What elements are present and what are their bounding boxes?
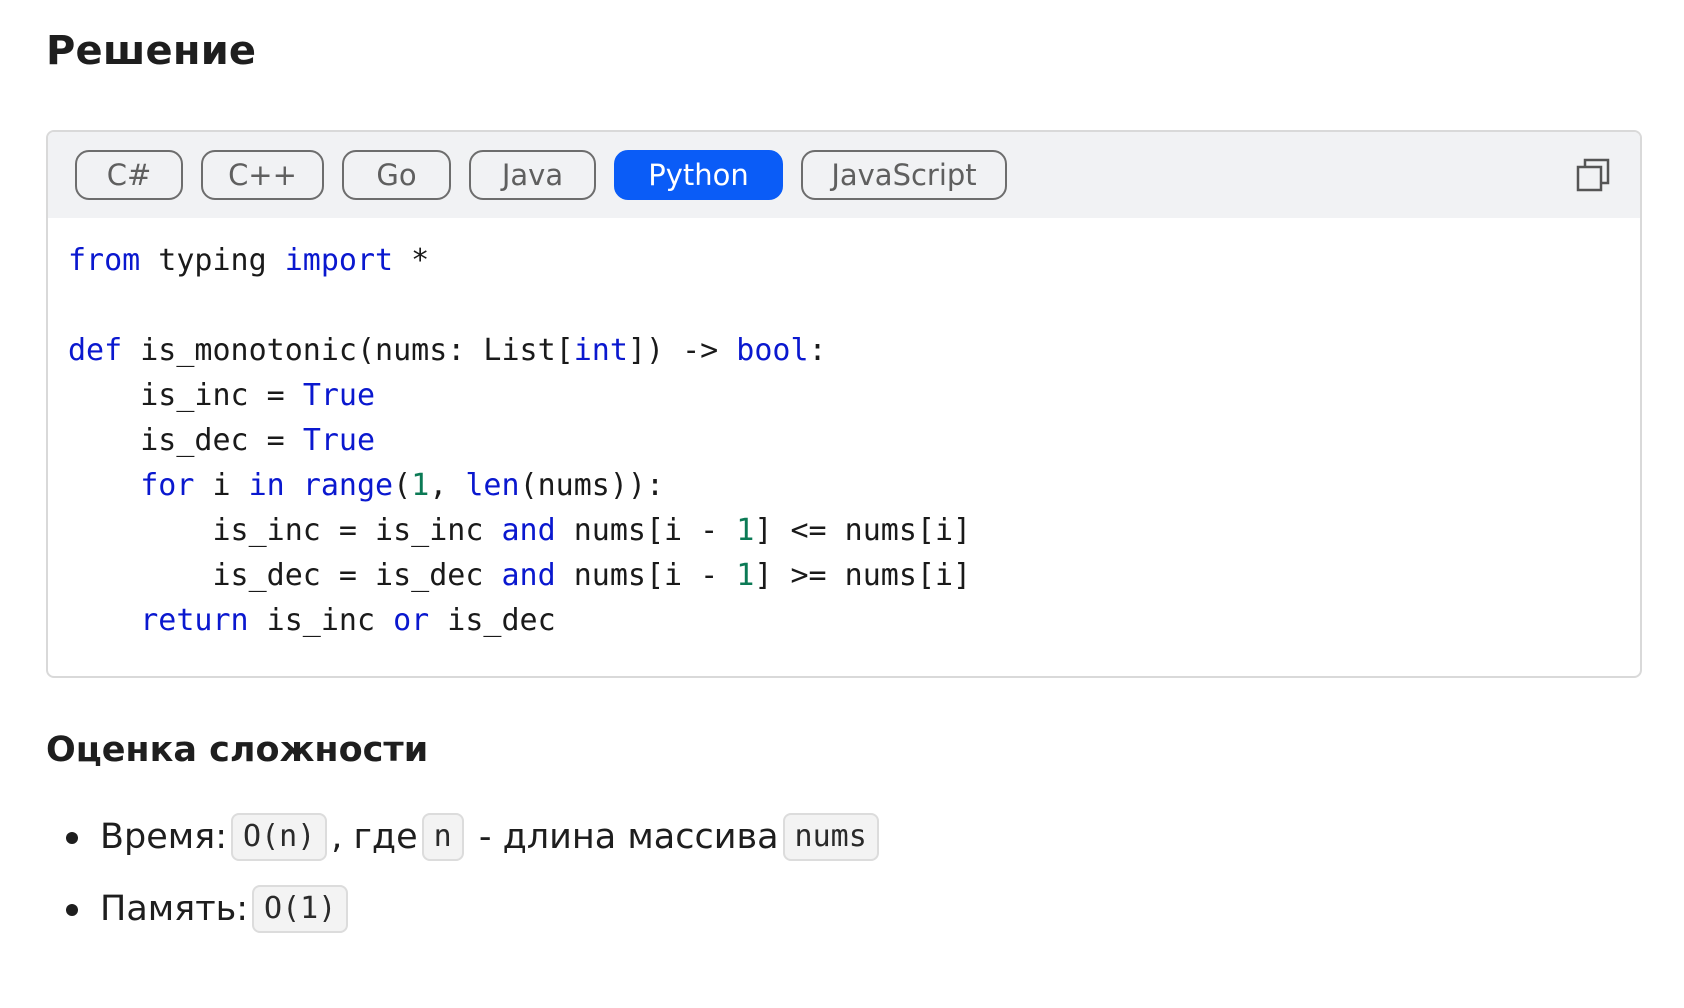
code-number: 1: [736, 558, 755, 593]
code-text: nums[i -: [555, 513, 737, 548]
complexity-list: Время: O(n) , где n - длина массива nums…: [66, 812, 883, 956]
code-text: ,: [429, 468, 466, 503]
code-keyword: range: [302, 468, 394, 503]
code-text: is_dec = is_dec: [68, 558, 502, 593]
tab-java[interactable]: Java: [469, 150, 596, 200]
variable-n-code: n: [421, 813, 464, 861]
code-text: i: [194, 468, 249, 503]
code-keyword: True: [302, 423, 376, 458]
code-keyword: import: [284, 243, 394, 278]
code-text: is_inc =: [68, 378, 303, 413]
code-keyword: int: [573, 333, 628, 368]
code-keyword: return: [140, 603, 249, 638]
code-keyword: in: [248, 468, 285, 503]
copy-icon: [1576, 158, 1610, 192]
time-where-text: , где: [331, 817, 418, 857]
array-name-code: nums: [782, 813, 879, 861]
code-keyword: and: [501, 513, 556, 548]
code-body: from typing import * def is_monotonic(num…: [48, 218, 1640, 643]
section-title-solution: Решение: [46, 28, 257, 74]
code-text: (nums)):: [519, 468, 665, 503]
code-header: C# C++ Go Java Python JavaScript: [48, 132, 1640, 218]
code-keyword: def: [68, 333, 123, 368]
code-number: 1: [411, 468, 430, 503]
code-keyword: len: [465, 468, 520, 503]
tab-javascript[interactable]: JavaScript: [801, 150, 1007, 200]
code-number: 1: [736, 513, 755, 548]
page: Решение C# C++ Go Java Python JavaScript…: [0, 0, 1684, 1008]
tab-python[interactable]: Python: [614, 150, 783, 200]
code-text: ] <= nums[i]: [754, 513, 972, 548]
tab-csharp[interactable]: C#: [75, 150, 183, 200]
code-text: nums[i -: [555, 558, 737, 593]
code-line: def is_monotonic(nums: List[int]) -> boo…: [68, 328, 1640, 373]
code-line: is_inc = is_inc and nums[i - 1] <= nums[…: [68, 508, 1640, 553]
section-title-complexity: Оценка сложности: [46, 730, 429, 770]
code-keyword: and: [501, 558, 556, 593]
code-text: is_monotonic(nums: List[: [122, 333, 574, 368]
code-text: ]) ->: [627, 333, 737, 368]
time-label: Время:: [100, 817, 228, 857]
code-keyword: from: [68, 243, 141, 278]
language-tabs: C# C++ Go Java Python JavaScript: [75, 150, 1007, 200]
time-complexity-code: O(n): [231, 813, 328, 861]
time-description: - длина массива: [467, 817, 779, 857]
code-card: C# C++ Go Java Python JavaScript from ty…: [46, 130, 1642, 678]
code-line: for i in range(1, len(nums)):: [68, 463, 1640, 508]
list-item-time: Время: O(n) , где n - длина массива nums: [66, 812, 883, 862]
list-item-memory: Память: O(1): [66, 884, 883, 934]
code-line: is_dec = True: [68, 418, 1640, 463]
code-keyword: for: [140, 468, 195, 503]
code-line: from typing import *: [68, 238, 1640, 283]
code-line: is_inc = True: [68, 373, 1640, 418]
code-text: is_dec: [429, 603, 556, 638]
code-line: is_dec = is_dec and nums[i - 1] >= nums[…: [68, 553, 1640, 598]
code-keyword: or: [393, 603, 430, 638]
memory-label: Память:: [100, 889, 249, 929]
code-text: ] >= nums[i]: [754, 558, 972, 593]
memory-complexity-code: O(1): [252, 885, 349, 933]
code-line: return is_inc or is_dec: [68, 598, 1640, 643]
tab-cpp[interactable]: C++: [201, 150, 324, 200]
code-text: is_dec =: [68, 423, 303, 458]
code-keyword: bool: [736, 333, 809, 368]
tab-go[interactable]: Go: [342, 150, 451, 200]
code-text: (: [393, 468, 412, 503]
code-text: :: [808, 333, 827, 368]
code-text: is_inc = is_inc: [68, 513, 502, 548]
code-text: typing: [140, 243, 285, 278]
code-text: is_inc: [248, 603, 394, 638]
code-keyword: True: [302, 378, 376, 413]
copy-button[interactable]: [1576, 158, 1610, 192]
code-text: *: [393, 243, 430, 278]
